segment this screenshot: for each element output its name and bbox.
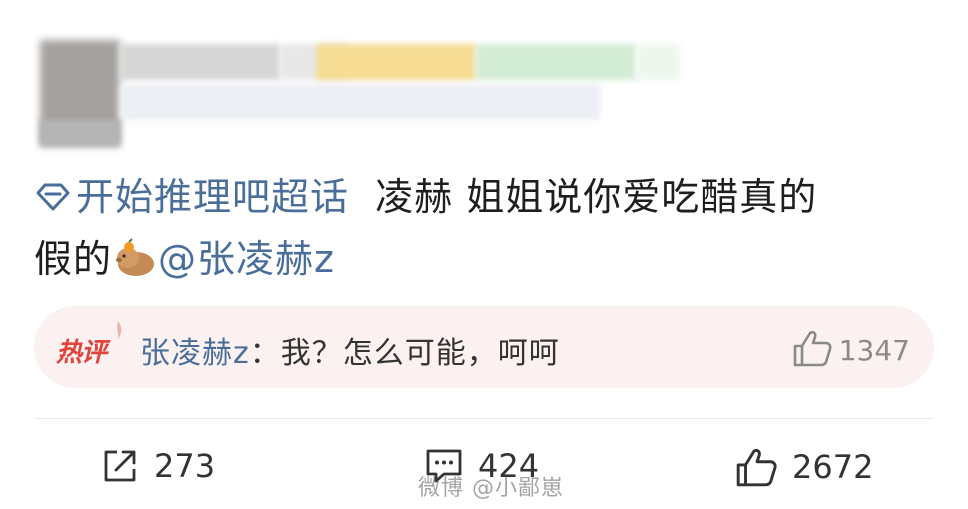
repost-count: 273 bbox=[154, 447, 216, 485]
capybara-sticker-icon bbox=[116, 238, 155, 276]
mention-link[interactable]: @张凌赫z bbox=[158, 237, 335, 281]
repost-icon bbox=[104, 450, 136, 482]
thumbs-up-icon bbox=[793, 330, 832, 367]
like-count: 2672 bbox=[792, 448, 874, 486]
divider bbox=[34, 418, 934, 419]
post-text-line-1: 凌赫 姐姐说你爱吃醋真的 bbox=[349, 175, 818, 219]
like-button[interactable]: 2672 bbox=[734, 446, 873, 488]
repost-button[interactable]: 273 bbox=[100, 446, 215, 486]
flame-icon bbox=[117, 321, 122, 339]
hot-comment-text-line: 张凌赫z：我？怎么可能，呵呵 bbox=[140, 328, 560, 372]
diamond-icon bbox=[36, 183, 70, 211]
thumbs-up-icon bbox=[736, 449, 777, 487]
hot-comment-badge: 热评 bbox=[56, 338, 107, 368]
comment-separator: ： bbox=[249, 336, 281, 371]
topic-label: 开始推理吧超话 bbox=[76, 175, 350, 219]
watermark: 微博 @小鄙崽 bbox=[418, 476, 564, 501]
comment-like-count: 1347 bbox=[838, 334, 910, 367]
comment-text: 我？怎么可能，呵呵 bbox=[280, 336, 560, 371]
post-text: 开始推理吧超话 凌赫 姐姐说你爱吃醋真的 假的 @张凌赫z bbox=[34, 166, 934, 290]
topic-link[interactable]: 开始推理吧超话 bbox=[34, 175, 349, 219]
comment-like-button[interactable]: 1347 bbox=[791, 328, 910, 368]
post-text-line-2: 假的 bbox=[34, 237, 113, 281]
hot-comment-card[interactable]: 热评 张凌赫z：我？怎么可能，呵呵 1347 bbox=[34, 306, 934, 388]
comment-author[interactable]: 张凌赫z bbox=[140, 336, 250, 371]
blurred-user-header bbox=[40, 40, 680, 146]
